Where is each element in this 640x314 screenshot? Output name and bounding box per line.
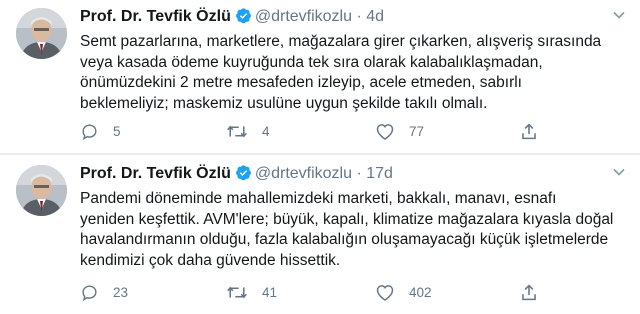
share-icon [520,122,538,141]
tweet-text: Semt pazarlarına, marketlere, mağazalara… [80,33,602,112]
like-button[interactable]: 77 [375,122,424,141]
tweet-actions: 23 41 402 [80,283,640,305]
reply-button[interactable]: 5 [80,122,121,141]
tweet[interactable]: Prof. Dr. Tevfik Özlü @drtevfikozlu · 17d… [0,157,640,314]
reply-icon [80,122,99,141]
share-icon [520,283,538,302]
divider [0,153,640,155]
retweet-icon [226,122,248,141]
author-handle[interactable]: @drtevfikozlu [255,8,352,25]
share-button[interactable] [520,283,538,302]
timestamp[interactable]: 17d [366,165,393,182]
tweet-text: Pandemi döneminde mahallemizdeki marketi… [80,190,614,269]
tweet[interactable]: Prof. Dr. Tevfik Özlü @drtevfikozlu · 4d … [0,0,640,153]
like-button[interactable]: 402 [375,283,432,302]
separator: · [356,165,362,182]
verified-badge-icon [235,7,252,29]
avatar[interactable] [16,8,67,59]
tweet-header: Prof. Dr. Tevfik Özlü @drtevfikozlu · 4d [80,7,384,29]
author-handle[interactable]: @drtevfikozlu [255,165,352,182]
separator: · [356,8,362,25]
like-count: 77 [409,124,425,139]
chevron-down-icon[interactable] [612,8,626,25]
author-name[interactable]: Prof. Dr. Tevfik Özlü [80,8,231,25]
share-button[interactable] [520,122,538,141]
reply-icon [80,283,99,302]
retweet-button[interactable]: 4 [226,122,270,141]
tweet-actions: 5 4 77 [80,122,640,144]
verified-badge-icon [235,164,252,186]
like-icon [375,122,395,141]
author-name[interactable]: Prof. Dr. Tevfik Özlü [80,165,231,182]
retweet-icon [226,283,248,302]
like-count: 402 [409,285,432,300]
retweet-count: 41 [262,285,278,300]
reply-count: 23 [113,285,129,300]
retweet-button[interactable]: 41 [226,283,277,302]
like-icon [375,283,395,302]
chevron-down-icon[interactable] [612,165,626,182]
reply-count: 5 [113,124,121,139]
avatar[interactable] [16,165,67,216]
reply-button[interactable]: 23 [80,283,128,302]
timestamp[interactable]: 4d [366,8,384,25]
retweet-count: 4 [262,124,270,139]
tweet-header: Prof. Dr. Tevfik Özlü @drtevfikozlu · 17d [80,164,393,186]
